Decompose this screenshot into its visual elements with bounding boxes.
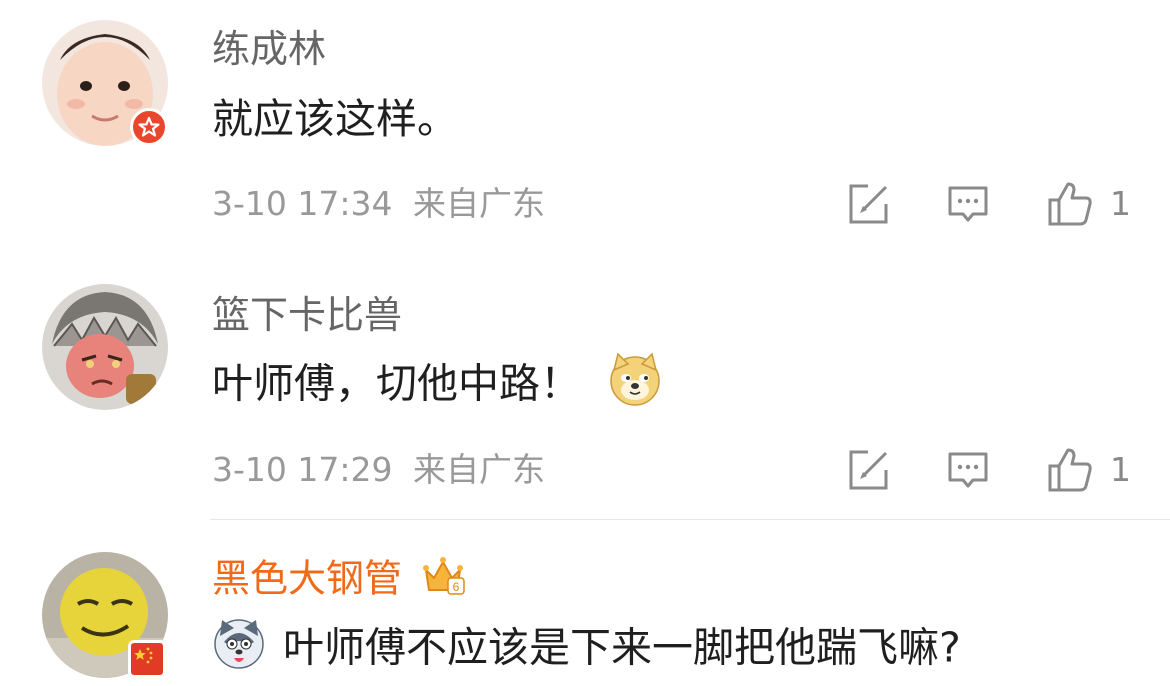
china-flag-badge-icon (128, 640, 166, 678)
comment-meta: 3-10 17:34 来自广东 (212, 187, 545, 220)
like-count: 1 (1110, 184, 1131, 223)
like-icon[interactable] (1046, 180, 1094, 228)
repost-icon[interactable] (846, 182, 890, 226)
comment-item: 练成林 就应该这样。 3-10 17:34 来自广东 1 (0, 0, 1170, 250)
username-text: 黑色大钢管 (212, 556, 403, 601)
location-source: 来自广东 (413, 184, 545, 223)
repost-icon[interactable] (846, 448, 890, 492)
star-badge-icon (130, 108, 168, 146)
avatar[interactable] (42, 284, 168, 410)
comment-meta: 3-10 17:29 来自广东 (212, 453, 545, 486)
username[interactable]: 篮下卡比兽 (212, 296, 402, 334)
crown-level-badge-icon: 6 (420, 552, 466, 604)
comment-icon[interactable] (946, 448, 990, 492)
level-badge-number: 6 (453, 580, 460, 594)
comment-text: 叶师傅，切他中路！ (212, 352, 662, 413)
doge-emoji-icon (608, 352, 662, 413)
comment-text: 就应该这样。 (212, 95, 458, 143)
location-source: 来自广东 (413, 450, 545, 489)
timestamp: 3-10 17:29 (212, 450, 393, 489)
comment-text-content: 叶师傅不应该是下来一脚把他踹飞嘛? (283, 623, 961, 672)
comment-text: 叶师傅不应该是下来一脚把他踹飞嘛? (212, 619, 961, 677)
like-icon[interactable] (1046, 446, 1094, 494)
husky-emoji-icon (212, 616, 266, 677)
timestamp: 3-10 17:34 (212, 184, 393, 223)
like-count: 1 (1110, 450, 1131, 489)
comment-text-content: 叶师傅，切他中路！ (212, 359, 581, 408)
username[interactable]: 练成林 (212, 30, 326, 68)
comment-item: 黑色大钢管 6 叶师傅不应该是下来一脚把他踹飞嘛? (0, 520, 1170, 686)
comment-icon[interactable] (946, 182, 990, 226)
comment-item: 篮下卡比兽 叶师傅，切他中路！ 3-10 17:29 来自广东 1 (0, 250, 1170, 520)
username[interactable]: 黑色大钢管 6 (212, 556, 466, 604)
